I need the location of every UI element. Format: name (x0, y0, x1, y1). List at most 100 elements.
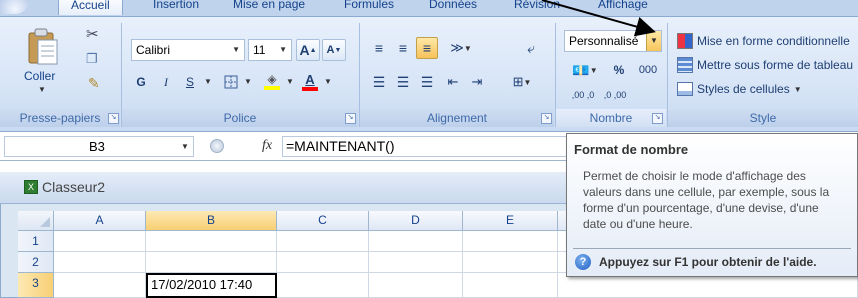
shrink-font-label: A (326, 44, 335, 56)
font-color-dropdown-icon[interactable]: ▼ (324, 77, 332, 86)
underline-dropdown-icon[interactable]: ▼ (204, 77, 212, 86)
align-left-button[interactable]: ☰ (368, 71, 390, 93)
decrease-indent-button[interactable]: ⇤ (442, 71, 464, 93)
formula-bar-splitter-icon[interactable] (210, 139, 224, 153)
cell-c1[interactable] (277, 231, 369, 252)
increase-indent-button[interactable]: ⇥ (466, 71, 488, 93)
tooltip-divider (573, 248, 851, 249)
tab-accueil[interactable]: Accueil (58, 0, 123, 15)
number-format-tooltip: Format de nombre Permet de choisir le mo… (566, 133, 858, 277)
format-painter-icon[interactable]: ✎ (88, 75, 100, 92)
underline-button[interactable]: S (180, 71, 200, 93)
align-bottom-button[interactable]: ≡ (416, 37, 438, 59)
borders-dropdown-icon[interactable]: ▼ (244, 77, 252, 86)
ribbon: Coller ▼ ✂ ❐ ✎ Presse-papiers ↘ Calibri … (0, 16, 858, 132)
font-name-dropdown-icon[interactable]: ▼ (232, 40, 240, 60)
cell-b2[interactable] (146, 252, 277, 273)
percent-button[interactable]: % (608, 59, 630, 81)
increase-indent-icon: ⇥ (471, 74, 483, 89)
font-group-label: Police (122, 109, 358, 127)
align-middle-button[interactable]: ≡ (392, 37, 414, 59)
grow-font-label: A (299, 42, 310, 58)
font-size-dropdown-icon[interactable]: ▼ (279, 40, 287, 60)
number-format-field[interactable]: Personnalisé ▼ (564, 30, 662, 52)
align-top-button[interactable]: ≡ (368, 37, 390, 59)
cell-c2[interactable] (277, 252, 369, 273)
align-right-button[interactable]: ☰ (416, 71, 438, 93)
number-format-dropdown-icon[interactable]: ▼ (646, 31, 661, 51)
name-box-value: B3 (89, 139, 105, 154)
cell-e2[interactable] (463, 252, 558, 273)
shrink-font-button[interactable]: A ▼ (322, 39, 346, 61)
wrap-text-icon: ⤶ (527, 39, 535, 56)
cell-a3[interactable] (54, 273, 146, 298)
grow-font-button[interactable]: A ▲ (296, 39, 320, 61)
format-as-table-button[interactable]: Mettre sous forme de tableau (676, 55, 858, 75)
column-header-e[interactable]: E (463, 211, 558, 231)
cell-d2[interactable] (369, 252, 463, 273)
align-center-icon: ☰ (396, 73, 410, 90)
cell-d1[interactable] (369, 231, 463, 252)
workbook-title: Classeur2 (42, 179, 106, 195)
cell-styles-icon (677, 82, 693, 96)
merge-center-button[interactable]: ⊞ ▼ (502, 71, 542, 93)
thousands-button[interactable]: 000 (634, 59, 662, 81)
column-header-d[interactable]: D (369, 211, 463, 231)
fill-color-button[interactable]: ◈ (260, 69, 284, 93)
decrease-decimal-button[interactable]: ,0 ,00 (600, 83, 630, 107)
tab-formules[interactable]: Formules (344, 0, 394, 14)
number-launcher-icon[interactable]: ↘ (652, 113, 663, 124)
borders-button[interactable] (220, 71, 242, 93)
font-color-swatch (302, 86, 318, 91)
tab-donnees[interactable]: Données (429, 0, 477, 14)
copy-icon[interactable]: ❐ (86, 51, 98, 67)
font-name-field[interactable]: Calibri ▼ (131, 39, 245, 61)
tab-mise-en-page[interactable]: Mise en page (233, 0, 305, 14)
conditional-formatting-button[interactable]: Mise en forme conditionnelle (676, 31, 858, 51)
select-all-corner[interactable] (18, 211, 54, 231)
row-header-1[interactable]: 1 (18, 231, 54, 252)
alignment-launcher-icon[interactable]: ↘ (541, 113, 552, 124)
font-size-value: 11 (253, 43, 266, 57)
row-header-2[interactable]: 2 (18, 252, 54, 273)
font-size-field[interactable]: 11 ▼ (248, 39, 292, 61)
font-launcher-icon[interactable]: ↘ (345, 113, 356, 124)
tab-insertion[interactable]: Insertion (153, 0, 199, 14)
font-color-button[interactable]: A (298, 69, 322, 93)
increase-decimal-button[interactable]: ,00 ,0 (568, 83, 598, 107)
accounting-format-button[interactable]: 💶 ▼ (568, 59, 602, 81)
cell-a1[interactable] (54, 231, 146, 252)
decrease-indent-icon: ⇤ (447, 74, 459, 89)
cell-a2[interactable] (54, 252, 146, 273)
tab-revision[interactable]: Révision (514, 0, 560, 14)
font-name-value: Calibri (136, 43, 171, 57)
fill-color-dropdown-icon[interactable]: ▼ (286, 77, 294, 86)
cell-b1[interactable] (146, 231, 277, 252)
align-middle-icon: ≡ (398, 40, 408, 56)
cell-e3[interactable] (463, 273, 558, 298)
column-header-c[interactable]: C (277, 211, 369, 231)
orientation-button[interactable]: ≫ ▼ (444, 37, 478, 59)
italic-button[interactable]: I (156, 71, 176, 93)
insert-function-button[interactable]: fx (262, 138, 272, 154)
cell-styles-button[interactable]: Styles de cellules ▼ (676, 79, 858, 99)
column-header-a[interactable]: A (54, 211, 146, 231)
bold-button[interactable]: G (131, 71, 151, 93)
wrap-text-button[interactable]: ⤶ (520, 37, 542, 59)
align-center-button[interactable]: ☰ (392, 71, 414, 93)
office-button[interactable] (0, 0, 30, 14)
cell-d3[interactable] (369, 273, 463, 298)
cell-e1[interactable] (463, 231, 558, 252)
cell-b3-selected[interactable]: 17/02/2010 17:40 (146, 273, 277, 298)
name-box-dropdown-icon[interactable]: ▼ (181, 142, 189, 151)
name-box[interactable]: B3 ▼ (4, 136, 194, 157)
paste-button[interactable]: Coller ▼ (22, 25, 62, 101)
paste-dropdown-arrow[interactable]: ▼ (38, 85, 46, 94)
column-header-b[interactable]: B (146, 211, 277, 231)
row-header-3[interactable]: 3 (18, 273, 54, 298)
borders-icon (224, 75, 238, 89)
cell-c3[interactable] (277, 273, 369, 298)
tab-affichage[interactable]: Affichage (598, 0, 648, 14)
cut-icon[interactable]: ✂ (86, 25, 99, 43)
clipboard-launcher-icon[interactable]: ↘ (108, 113, 119, 124)
